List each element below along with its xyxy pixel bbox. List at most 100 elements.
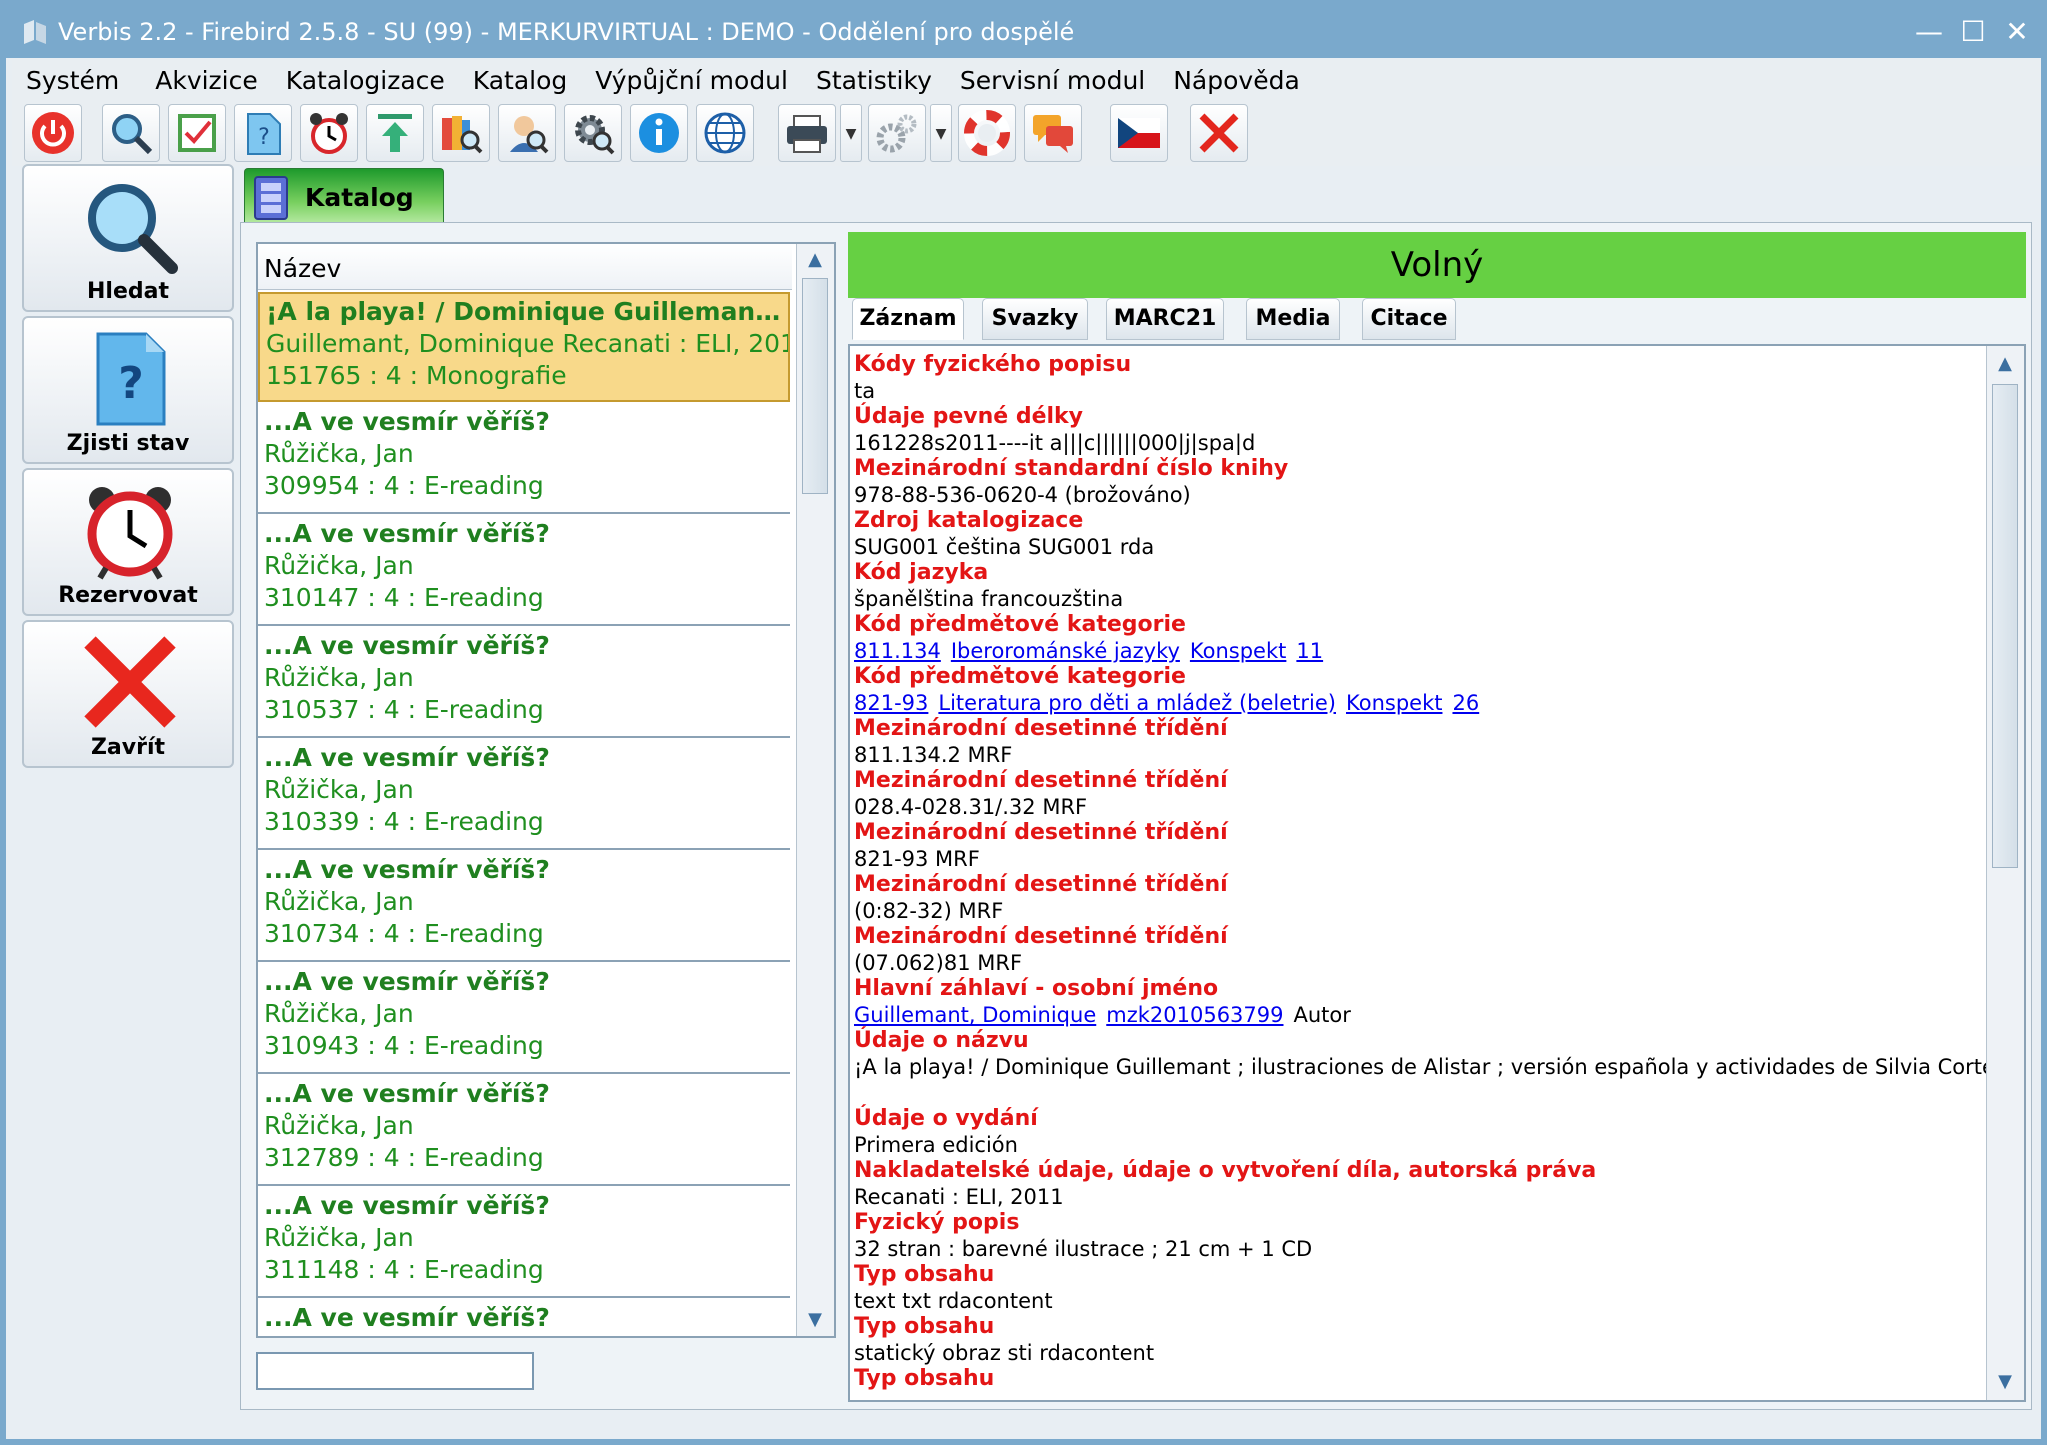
field-label: Mezinárodní desetinné třídění [854, 872, 1228, 897]
field-value: SUG001 čeština SUG001 rda [854, 535, 1155, 559]
checklist-button[interactable] [168, 104, 226, 162]
zavrit-button[interactable]: Zavřít [22, 620, 234, 768]
power-button[interactable] [24, 104, 82, 162]
field-link[interactable]: 811.134 [854, 639, 941, 663]
search-button[interactable] [102, 104, 160, 162]
svg-text:?: ? [258, 125, 270, 150]
list-item-author: Růžička, Jan [264, 999, 414, 1028]
field-link[interactable]: 26 [1452, 691, 1479, 715]
hledat-label: Hledat [87, 279, 169, 304]
close-x-icon [84, 636, 176, 728]
tab-citace[interactable]: Citace [1362, 298, 1456, 340]
tab-svazky[interactable]: Svazky [982, 298, 1088, 340]
window-close-button[interactable]: ✕ [1997, 12, 2037, 52]
list-item[interactable]: ...A ve vesmír věříš? Růžička, Jan 310339 … [258, 740, 790, 850]
menu-vypujcni-modul[interactable]: Výpůjční modul [581, 66, 802, 95]
field-value: statický obraz sti rdacontent [854, 1341, 1155, 1365]
list-item-title: ...A ve vesmír věříš? [264, 1079, 550, 1108]
list-item[interactable]: ...A ve vesmír věříš? Růžička, Jan 311148 … [258, 1188, 790, 1298]
list-item[interactable]: ...A ve vesmír věříš? [258, 1300, 790, 1336]
tab-media[interactable]: Media [1246, 298, 1340, 340]
power-icon [32, 112, 74, 154]
settings-search-button[interactable] [564, 104, 622, 162]
detail-scroll-thumb[interactable] [1992, 384, 2018, 868]
list-scrollbar[interactable]: ▲ ▼ [796, 244, 834, 1336]
field-label: Údaje pevné délky [854, 404, 1084, 429]
field-label: Typ obsahu [854, 1314, 995, 1339]
list-item-author: Guillemant, Dominique Recanati : ELI, 20… [266, 329, 790, 358]
list-item[interactable]: ...A ve vesmír věříš? Růžička, Jan 310537 … [258, 628, 790, 738]
toolbar: ? ▼ ▼ [12, 100, 2041, 166]
list-item[interactable]: ...A ve vesmír věříš? Růžička, Jan 312789 … [258, 1076, 790, 1186]
help-lifebuoy-button[interactable] [958, 104, 1016, 162]
scroll-up-arrow[interactable]: ▲ [801, 246, 829, 274]
menu-system[interactable]: Systém [12, 66, 133, 95]
tab-katalog[interactable]: Katalog [244, 168, 444, 224]
gears-dropdown[interactable]: ▼ [930, 104, 952, 162]
menu-servisni-modul[interactable]: Servisní modul [946, 66, 1159, 95]
record-detail: Kódy fyzického popisu ta Údaje pevné délky… [848, 344, 2026, 1402]
info-icon [639, 113, 679, 153]
detail-scrollbar[interactable]: ▲ ▼ [1986, 346, 2024, 1400]
chat-button[interactable] [1024, 104, 1082, 162]
list-header-nazev[interactable]: Název [258, 244, 792, 290]
list-scroll-thumb[interactable] [802, 278, 828, 494]
rezervovat-button[interactable]: Rezervovat [22, 468, 234, 616]
svg-text:?: ? [118, 358, 144, 409]
field-link[interactable]: Iberorománské jazyky [951, 639, 1180, 663]
tab-marc21[interactable]: MARC21 [1106, 298, 1224, 340]
books-search-button[interactable] [432, 104, 490, 162]
menu-akvizice[interactable]: Akvizice [133, 66, 272, 95]
reservation-button[interactable] [300, 104, 358, 162]
reader-search-button[interactable] [498, 104, 556, 162]
printer-icon [787, 115, 827, 153]
field-label: Mezinárodní standardní číslo knihy [854, 456, 1289, 481]
scroll-down-arrow[interactable]: ▼ [1991, 1368, 2019, 1396]
checklist-icon [178, 114, 216, 152]
list-item[interactable]: ¡A la playa! / Dominique Guillemant ; il… [258, 292, 790, 402]
menu-katalog[interactable]: Katalog [459, 66, 582, 95]
field-links: Guillemant, Dominique mzk2010563799 Autor [854, 1002, 1982, 1028]
rezervovat-label: Rezervovat [58, 583, 198, 608]
menu-napoveda[interactable]: Nápověda [1159, 66, 1314, 95]
field-link[interactable]: Konspekt [1190, 639, 1286, 663]
zjisti-stav-button[interactable]: ? Zjisti stav [22, 316, 234, 464]
list-item[interactable]: ...A ve vesmír věříš? Růžička, Jan 309954 … [258, 404, 790, 514]
help-document-button[interactable]: ? [234, 104, 292, 162]
info-button[interactable] [630, 104, 688, 162]
scroll-down-arrow[interactable]: ▼ [801, 1306, 829, 1334]
list-item[interactable]: ...A ve vesmír věříš? Růžička, Jan 310147 … [258, 516, 790, 626]
field-label: Typ obsahu [854, 1366, 995, 1391]
print-dropdown[interactable]: ▼ [840, 104, 862, 162]
menu-katalogizace[interactable]: Katalogizace [272, 66, 459, 95]
field-link[interactable]: Guillemant, Dominique [854, 1003, 1096, 1027]
language-button[interactable] [1110, 104, 1168, 162]
menu-statistiky[interactable]: Statistiky [802, 66, 946, 95]
print-button[interactable] [778, 104, 836, 162]
field-link[interactable]: 11 [1296, 639, 1323, 663]
gears-button[interactable] [868, 104, 926, 162]
chat-icon [1033, 115, 1073, 153]
field-value: 978-88-536-0620-4 (brožováno) [854, 483, 1191, 507]
list-item[interactable]: ...A ve vesmír věříš? Růžička, Jan 310943 … [258, 964, 790, 1074]
list-item-author: Růžička, Jan [264, 439, 414, 468]
field-label: Údaje o vydání [854, 1106, 1038, 1131]
upload-button[interactable] [366, 104, 424, 162]
field-link[interactable]: Konspekt [1346, 691, 1442, 715]
field-link[interactable]: Literatura pro děti a mládež (beletrie) [938, 691, 1336, 715]
globe-button[interactable] [696, 104, 754, 162]
hledat-button[interactable]: Hledat [22, 164, 234, 312]
list-item-author: Růžička, Jan [264, 663, 414, 692]
field-link[interactable]: 821-93 [854, 691, 928, 715]
magnifier-icon [88, 184, 178, 274]
quick-search-input[interactable] [256, 1352, 534, 1390]
scroll-up-arrow[interactable]: ▲ [1991, 350, 2019, 378]
maximize-button[interactable]: ☐ [1953, 12, 1993, 52]
field-link[interactable]: mzk2010563799 [1106, 1003, 1283, 1027]
tab-zaznam[interactable]: Záznam [852, 298, 964, 340]
exit-button[interactable] [1190, 104, 1248, 162]
field-value: ¡A la playa! / Dominique Guillemant ; il… [854, 1055, 2026, 1079]
list-item[interactable]: ...A ve vesmír věříš? Růžička, Jan 310734 … [258, 852, 790, 962]
field-label: Mezinárodní desetinné třídění [854, 768, 1228, 793]
minimize-button[interactable]: — [1909, 12, 1949, 52]
